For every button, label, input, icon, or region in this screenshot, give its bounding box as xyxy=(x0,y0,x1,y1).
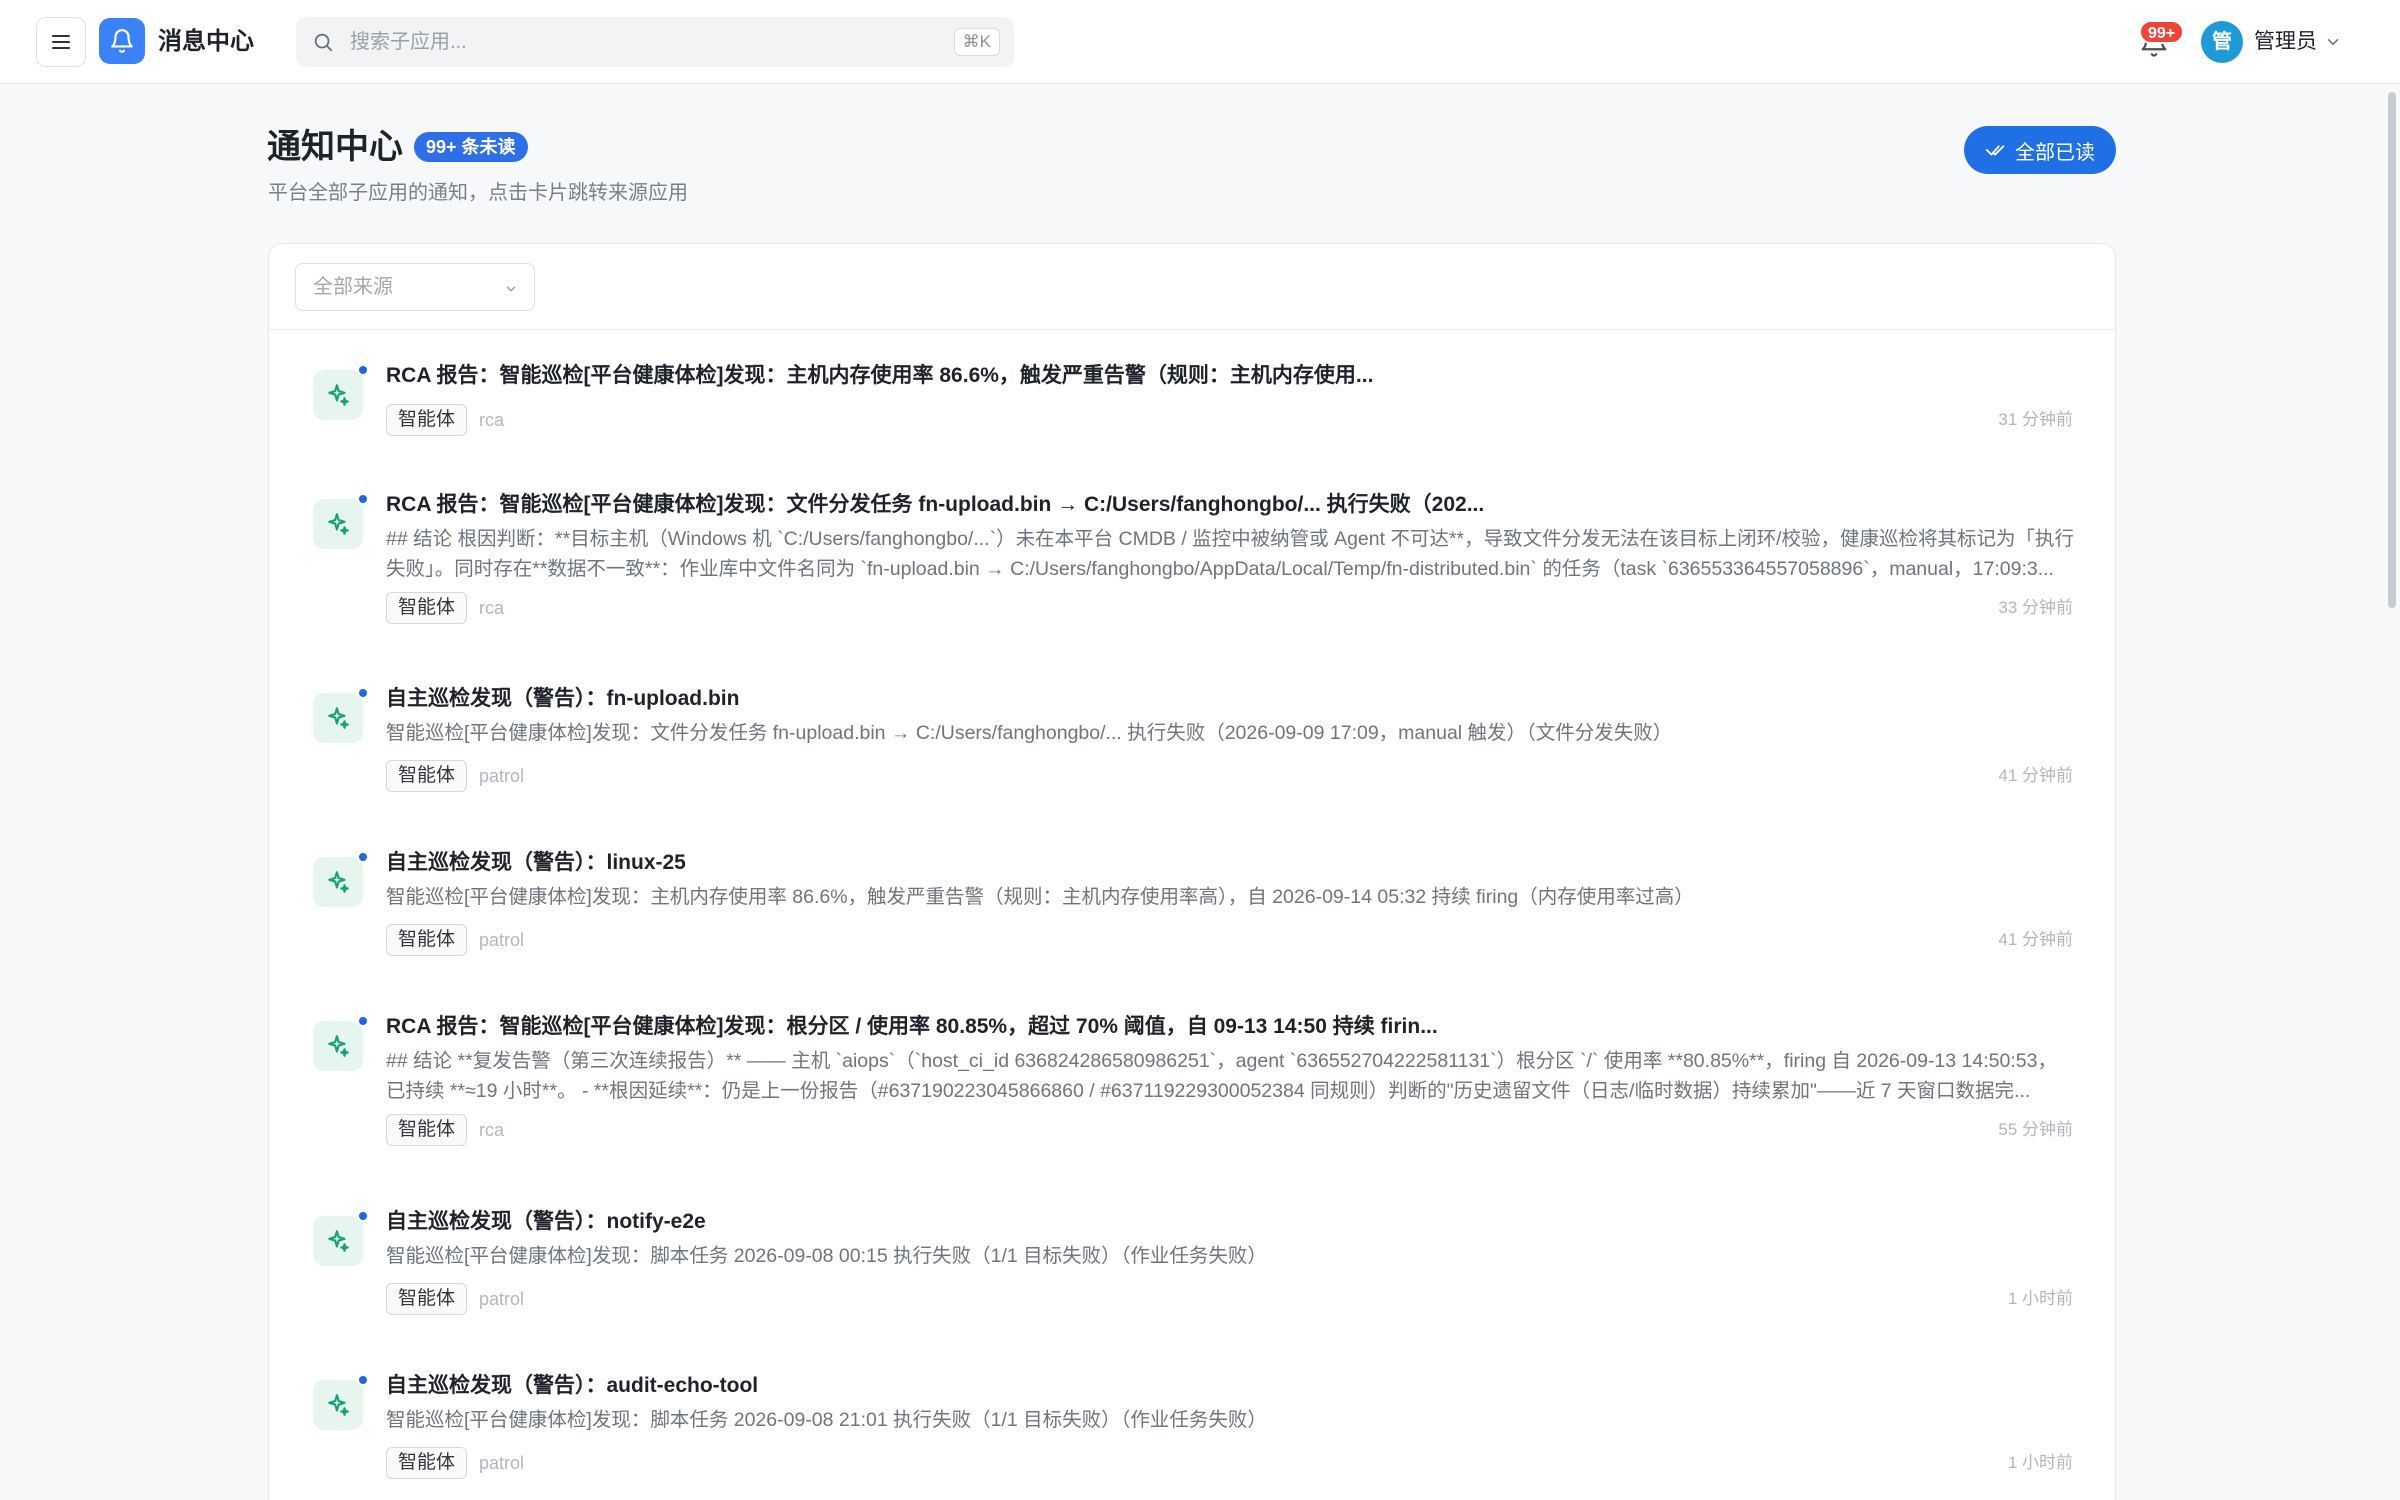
unread-dot xyxy=(357,1374,369,1386)
app-title: 消息中心 xyxy=(158,28,254,55)
double-check-icon xyxy=(1985,145,2005,156)
source-label: rca xyxy=(479,598,505,618)
source-label: rca xyxy=(479,410,505,430)
sparkle-icon xyxy=(328,1230,349,1252)
notification-body: 智能巡检[平台健康体检]发现：文件分发任务 fn-upload.bin → C:… xyxy=(386,722,1673,744)
source-filter-select[interactable]: 全部来源 xyxy=(295,263,535,311)
bell-icon xyxy=(111,29,133,53)
mark-all-read-button[interactable]: 全部已读 xyxy=(1964,126,2116,174)
top-bar: 消息中心 ⌘K 99+ 管 管理员 xyxy=(0,0,2400,84)
notification-body: 智能巡检[平台健康体检]发现：脚本任务 2026-09-08 21:01 执行失… xyxy=(386,1409,1267,1431)
agent-icon xyxy=(313,1021,363,1071)
notification-title[interactable]: 自主巡检发现（警告）：audit-echo-tool xyxy=(386,1371,2086,1401)
agent-tag: 智能体 xyxy=(386,592,468,624)
timestamp: 1 小时前 xyxy=(2007,1289,2073,1308)
notification-title[interactable]: 自主巡检发现（警告）：notify-e2e xyxy=(386,1207,2086,1237)
agent-icon xyxy=(313,370,363,420)
notification-card: 全部来源 RCA 报告：智能巡检[平台健康体检]发现：主机内存使用率 86.6%… xyxy=(268,243,2116,1500)
notification-body: ## 结论 **复发告警（第三次连续报告）** —— 主机 `aiops`（`h… xyxy=(386,1050,2057,1102)
unread-dot xyxy=(357,364,369,376)
agent-icon xyxy=(313,499,363,549)
mark-all-read-label: 全部已读 xyxy=(2015,141,2095,164)
notification-body: 智能巡检[平台健康体检]发现：主机内存使用率 86.6%，触发严重告警（规则：主… xyxy=(386,886,1694,908)
notification-title[interactable]: RCA 报告：智能巡检[平台健康体检]发现：根分区 / 使用率 80.85%，超… xyxy=(386,1012,2086,1042)
source-label: patrol xyxy=(479,1453,525,1473)
agent-icon xyxy=(313,1380,363,1430)
page-title: 通知中心 xyxy=(267,128,403,166)
timestamp: 55 分钟前 xyxy=(1998,1120,2073,1139)
notification-body: ## 结论 根因判断：**目标主机（Windows 机 `C:/Users/fa… xyxy=(386,528,2075,580)
notification-body: 智能巡检[平台健康体检]发现：脚本任务 2026-09-08 00:15 执行失… xyxy=(386,1245,1267,1267)
source-filter-value: 全部来源 xyxy=(313,276,393,298)
notification-title[interactable]: RCA 报告：智能巡检[平台健康体检]发现：文件分发任务 fn-upload.b… xyxy=(386,490,2086,520)
agent-tag: 智能体 xyxy=(386,924,468,956)
chevron-down-icon xyxy=(506,286,516,292)
source-label: patrol xyxy=(479,1289,525,1309)
sparkle-icon xyxy=(328,384,349,406)
user-name[interactable]: 管理员 xyxy=(2254,24,2317,60)
agent-tag: 智能体 xyxy=(386,1447,468,1479)
avatar[interactable]: 管 xyxy=(2201,21,2243,63)
filter-bar: 全部来源 xyxy=(269,244,2115,330)
search-shortcut-hint: ⌘K xyxy=(953,28,1000,56)
unread-dot xyxy=(357,1210,369,1222)
unread-dot xyxy=(357,851,369,863)
menu-button[interactable] xyxy=(36,17,86,67)
agent-icon xyxy=(313,857,363,907)
notification-title[interactable]: RCA 报告：智能巡检[平台健康体检]发现：主机内存使用率 86.6%，触发严重… xyxy=(386,361,2086,391)
timestamp: 41 分钟前 xyxy=(1998,930,2073,949)
scrollbar-thumb[interactable] xyxy=(2388,92,2396,608)
agent-tag: 智能体 xyxy=(386,404,468,436)
agent-icon xyxy=(313,693,363,743)
sparkle-icon xyxy=(328,707,349,729)
unread-count-badge: 99+ 条未读 xyxy=(414,132,528,162)
notification-count-badge: 99+ xyxy=(2139,20,2185,44)
sparkle-icon xyxy=(328,871,349,893)
sparkle-icon xyxy=(328,513,349,535)
agent-tag: 智能体 xyxy=(386,1283,468,1315)
sparkle-icon xyxy=(328,1394,349,1416)
notification-title[interactable]: 自主巡检发现（警告）：fn-upload.bin xyxy=(386,684,2086,714)
agent-tag: 智能体 xyxy=(386,760,468,792)
app-logo[interactable] xyxy=(99,18,145,64)
search-bar[interactable]: ⌘K xyxy=(296,17,1014,67)
search-icon xyxy=(314,33,333,52)
source-label: patrol xyxy=(479,766,525,786)
chevron-down-icon[interactable] xyxy=(2324,33,2342,51)
timestamp: 31 分钟前 xyxy=(1998,410,2073,429)
notification-title[interactable]: 自主巡检发现（警告）：linux-25 xyxy=(386,848,2086,878)
source-label: rca xyxy=(479,1120,505,1140)
page-subtitle: 平台全部子应用的通知，点击卡片跳转来源应用 xyxy=(268,182,688,204)
menu-icon xyxy=(52,35,70,49)
timestamp: 33 分钟前 xyxy=(1998,598,2073,617)
search-input[interactable] xyxy=(350,17,910,67)
unread-dot xyxy=(357,687,369,699)
agent-tag: 智能体 xyxy=(386,1114,468,1146)
source-label: patrol xyxy=(479,930,525,950)
agent-icon xyxy=(313,1216,363,1266)
unread-dot xyxy=(357,493,369,505)
timestamp: 1 小时前 xyxy=(2007,1453,2073,1472)
timestamp: 41 分钟前 xyxy=(1998,766,2073,785)
sparkle-icon xyxy=(328,1035,349,1057)
unread-dot xyxy=(357,1015,369,1027)
